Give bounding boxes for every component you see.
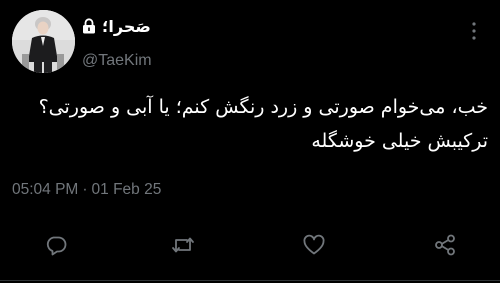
like-button[interactable] <box>302 233 326 257</box>
tweet-time: 05:04 PM <box>12 181 79 198</box>
retweet-icon <box>172 237 194 253</box>
tweet-text-line: ترکیبش خیلی خوشگله <box>311 130 488 152</box>
retweet-button[interactable] <box>171 233 195 257</box>
display-name: صَحرا؛ <box>102 16 151 36</box>
avatar-photo <box>12 10 75 73</box>
lock-icon <box>82 18 96 34</box>
divider <box>0 217 500 218</box>
reply-icon <box>46 236 67 256</box>
tweet-card: صَحرا؛ @TaeKim خب، می‌خوام صورتی و زرد ر… <box>0 0 500 283</box>
tweet-text: خب، می‌خوام صورتی و زرد رنگش کنم؛ یا آبی… <box>12 90 488 158</box>
tweet-text-line: خب، می‌خوام صورتی و زرد رنگش کنم؛ یا آبی… <box>38 96 488 118</box>
tweet-date: 01 Feb 25 <box>91 181 162 198</box>
avatar[interactable] <box>12 10 75 73</box>
tweet-timestamp[interactable]: 05:04 PM · 01 Feb 25 <box>12 181 161 199</box>
heart-icon <box>303 234 325 255</box>
user-handle[interactable]: @TaeKim <box>82 52 152 70</box>
meta-separator: · <box>82 181 88 198</box>
share-icon <box>435 234 455 256</box>
bottom-border <box>0 280 500 281</box>
reply-button[interactable] <box>44 233 68 257</box>
share-button[interactable] <box>433 233 457 257</box>
more-vertical-icon[interactable] <box>468 20 480 42</box>
author-name-row[interactable]: صَحرا؛ <box>82 14 151 38</box>
